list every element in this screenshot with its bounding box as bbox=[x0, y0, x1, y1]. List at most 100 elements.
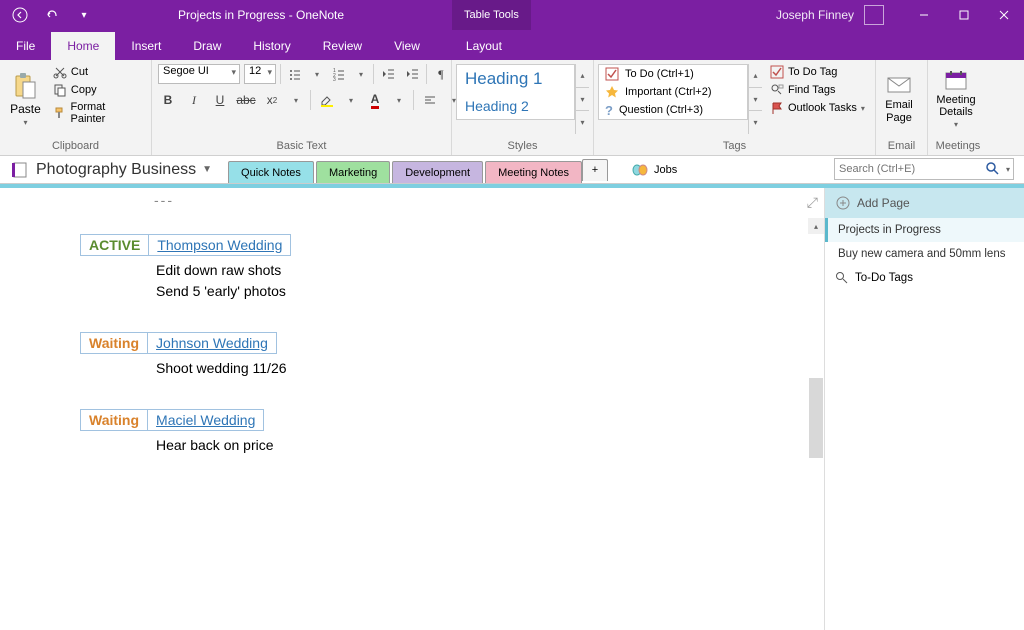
tab-draw[interactable]: Draw bbox=[177, 32, 237, 60]
italic-button[interactable]: I bbox=[184, 90, 204, 110]
project-block[interactable]: ACTIVE Thompson Wedding Edit down raw shot… bbox=[80, 234, 824, 302]
project-link[interactable]: Thompson Wedding bbox=[157, 237, 282, 253]
task-list[interactable]: Shoot wedding 11/26 bbox=[156, 358, 824, 379]
numbering-dropdown[interactable]: ▾ bbox=[353, 64, 369, 84]
search-input[interactable] bbox=[835, 163, 985, 175]
cut-button[interactable]: Cut bbox=[49, 64, 145, 80]
project-table[interactable]: Waiting Johnson Wedding bbox=[80, 332, 277, 354]
vertical-scrollbar[interactable]: ▴ bbox=[808, 218, 824, 630]
align-button[interactable] bbox=[420, 90, 440, 110]
maximize-button[interactable] bbox=[944, 0, 984, 30]
styles-gallery[interactable]: Heading 1 Heading 2 bbox=[456, 64, 575, 120]
tag-important[interactable]: Important (Ctrl+2) bbox=[599, 83, 747, 101]
tab-insert[interactable]: Insert bbox=[115, 32, 177, 60]
back-button[interactable] bbox=[8, 3, 32, 27]
project-link[interactable]: Maciel Wedding bbox=[156, 412, 255, 428]
project-name-cell[interactable]: Johnson Wedding bbox=[148, 333, 277, 354]
format-painter-button[interactable]: Format Painter bbox=[49, 100, 145, 126]
font-color-dropdown[interactable]: ▾ bbox=[391, 90, 407, 110]
highlight-dropdown[interactable]: ▾ bbox=[343, 90, 359, 110]
user-name[interactable]: Joseph Finney bbox=[776, 8, 854, 22]
font-select[interactable]: Segoe UI bbox=[158, 64, 240, 84]
project-status[interactable]: ACTIVE bbox=[81, 235, 149, 256]
container-handle[interactable]: --- bbox=[154, 192, 174, 208]
project-table[interactable]: ACTIVE Thompson Wedding bbox=[80, 234, 291, 256]
tag-gallery[interactable]: To Do (Ctrl+1) Important (Ctrl+2) ? Ques… bbox=[598, 64, 748, 120]
close-button[interactable] bbox=[984, 0, 1024, 30]
task-line[interactable]: Edit down raw shots bbox=[156, 260, 824, 281]
page-canvas[interactable]: --- ⤢ ACTIVE Thompson Wedding Edit down ra… bbox=[0, 188, 824, 630]
notebook-selector[interactable]: Photography Business ▼ bbox=[0, 160, 222, 180]
page-item[interactable]: Buy new camera and 50mm lens bbox=[825, 242, 1024, 266]
style-heading1[interactable]: Heading 1 bbox=[457, 65, 574, 92]
task-line[interactable]: Hear back on price bbox=[156, 435, 824, 456]
outdent-button[interactable] bbox=[378, 64, 398, 84]
subscript-dropdown[interactable]: ▾ bbox=[288, 90, 304, 110]
bullets-button[interactable] bbox=[285, 64, 305, 84]
bold-button[interactable]: B bbox=[158, 90, 178, 110]
tab-file[interactable]: File bbox=[0, 32, 51, 60]
task-line[interactable]: Shoot wedding 11/26 bbox=[156, 358, 824, 379]
gallery-down[interactable]: ▾ bbox=[576, 88, 589, 112]
underline-button[interactable]: U bbox=[210, 90, 230, 110]
font-size-select[interactable]: 12 bbox=[244, 64, 276, 84]
section-tab[interactable]: Marketing bbox=[316, 161, 390, 183]
project-link[interactable]: Johnson Wedding bbox=[156, 335, 268, 351]
tab-layout[interactable]: Layout bbox=[450, 32, 518, 60]
section-tab[interactable]: Meeting Notes bbox=[485, 161, 582, 183]
task-line[interactable]: Send 5 'early' photos bbox=[156, 281, 824, 302]
tag-gallery-up[interactable]: ▴ bbox=[749, 64, 762, 88]
paragraph-mark-button[interactable]: ¶ bbox=[431, 64, 451, 84]
task-list[interactable]: Hear back on price bbox=[156, 435, 824, 456]
tag-todo[interactable]: To Do (Ctrl+1) bbox=[599, 65, 747, 83]
email-page-button[interactable]: Email Page bbox=[876, 60, 922, 138]
todo-tags-page[interactable]: To-Do Tags bbox=[825, 266, 1024, 290]
paste-button[interactable]: Paste ▾ bbox=[6, 64, 45, 134]
project-status[interactable]: Waiting bbox=[81, 410, 148, 431]
jobs-link[interactable]: Jobs bbox=[632, 163, 677, 177]
search-scope-dropdown[interactable]: ▾ bbox=[1003, 165, 1013, 174]
scroll-thumb[interactable] bbox=[809, 378, 823, 458]
style-heading2[interactable]: Heading 2 bbox=[457, 92, 574, 119]
add-page-button[interactable]: Add Page bbox=[825, 188, 1024, 218]
gallery-up[interactable]: ▴ bbox=[576, 64, 589, 88]
tab-view[interactable]: View bbox=[378, 32, 436, 60]
copy-button[interactable]: Copy bbox=[49, 82, 145, 98]
tag-gallery-more[interactable]: ▾ bbox=[749, 111, 762, 134]
task-list[interactable]: Edit down raw shotsSend 5 'early' photos bbox=[156, 260, 824, 302]
bullets-dropdown[interactable]: ▾ bbox=[309, 64, 325, 84]
search-box[interactable]: ▾ bbox=[834, 158, 1014, 180]
gallery-more[interactable]: ▾ bbox=[576, 111, 589, 134]
project-status[interactable]: Waiting bbox=[81, 333, 148, 354]
numbering-button[interactable]: 123 bbox=[329, 64, 349, 84]
tag-question[interactable]: ? Question (Ctrl+3) bbox=[599, 101, 747, 119]
subscript-button[interactable]: x2 bbox=[262, 90, 282, 110]
tag-gallery-down[interactable]: ▾ bbox=[749, 88, 762, 112]
project-name-cell[interactable]: Maciel Wedding bbox=[148, 410, 264, 431]
meeting-details-button[interactable]: Meeting Details ▾ bbox=[928, 60, 984, 138]
outlook-tasks-button[interactable]: Outlook Tasks ▾ bbox=[768, 100, 867, 116]
find-tags-button[interactable]: Find Tags bbox=[768, 82, 867, 98]
search-icon[interactable] bbox=[985, 161, 1001, 177]
qat-customize[interactable]: ▾ bbox=[72, 3, 96, 27]
add-section-button[interactable]: + bbox=[582, 159, 608, 181]
account-icon[interactable] bbox=[864, 5, 884, 25]
project-block[interactable]: Waiting Maciel Wedding Hear back on price bbox=[80, 409, 824, 456]
project-block[interactable]: Waiting Johnson Wedding Shoot wedding 11/2… bbox=[80, 332, 824, 379]
scroll-up[interactable]: ▴ bbox=[808, 218, 824, 234]
tab-history[interactable]: History bbox=[237, 32, 306, 60]
indent-button[interactable] bbox=[402, 64, 422, 84]
tab-review[interactable]: Review bbox=[307, 32, 378, 60]
tab-home[interactable]: Home bbox=[51, 32, 115, 60]
expand-icon[interactable]: ⤢ bbox=[807, 194, 818, 211]
section-tab[interactable]: Quick Notes bbox=[228, 161, 314, 183]
font-color-button[interactable]: A bbox=[365, 90, 385, 110]
section-tab[interactable]: Development bbox=[392, 161, 483, 183]
page-item[interactable]: Projects in Progress bbox=[825, 218, 1024, 242]
strikethrough-button[interactable]: abc bbox=[236, 90, 256, 110]
highlight-button[interactable] bbox=[317, 90, 337, 110]
undo-button[interactable] bbox=[40, 3, 64, 27]
minimize-button[interactable] bbox=[904, 0, 944, 30]
todo-tag-button[interactable]: To Do Tag bbox=[768, 64, 867, 80]
project-table[interactable]: Waiting Maciel Wedding bbox=[80, 409, 264, 431]
